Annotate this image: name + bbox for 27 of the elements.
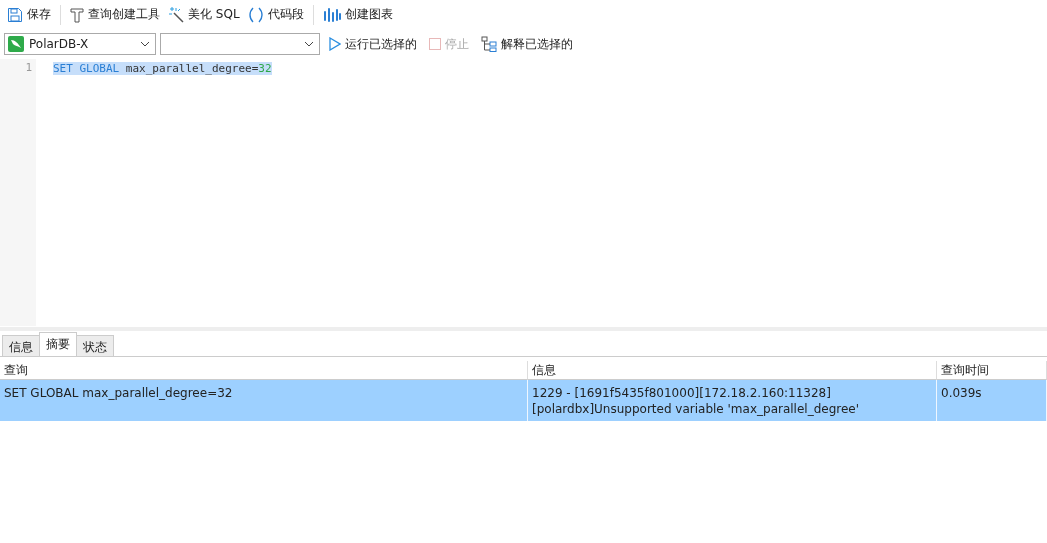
stop-icon — [429, 38, 441, 50]
caret-icon — [304, 41, 314, 47]
table-cell: 1229 - [1691f5435f801000][172.18.2.160:11328][polardbx]Unsupported variable 'max_parallel_degree' — [532, 386, 859, 416]
magic-wand-icon — [168, 6, 184, 23]
table-cell: SET GLOBAL max_parallel_degree=32 — [4, 386, 233, 400]
action-button[interactable]: 解释已选择的 — [478, 33, 576, 55]
database-dropdown[interactable] — [160, 33, 320, 55]
parentheses-icon — [247, 6, 264, 23]
save-icon — [7, 6, 23, 23]
toolbar-button[interactable]: 创建图表 — [319, 4, 396, 25]
toolbar-button[interactable]: 美化 SQL — [165, 4, 243, 25]
caret-icon — [140, 41, 150, 47]
hammer-icon — [70, 6, 84, 23]
table-cell: 0.039s — [941, 386, 982, 400]
database-icon — [8, 36, 24, 52]
result-row[interactable]: SET GLOBAL max_parallel_degree=32 1229 - [1691f5435f801000][172.18.2.160:11328][polardbx]Unsupported variable 'max_parallel_degree' 0.039s — [0, 380, 1047, 421]
toolbar-button[interactable]: 代码段 — [244, 4, 307, 25]
line-number: 1 — [24, 61, 33, 76]
toolbar-button[interactable]: 查询创建工具 — [67, 4, 163, 25]
bar-chart-icon — [322, 6, 341, 23]
action-button[interactable]: 运行已选择的 — [326, 33, 420, 55]
flowchart-icon — [481, 36, 497, 52]
toolbar-button[interactable]: 保存 — [4, 4, 54, 25]
result-tab[interactable]: 信息 — [2, 335, 40, 356]
result-tab[interactable]: 状态 — [76, 335, 114, 356]
connection-dropdown[interactable]: PolarDB-X — [4, 33, 156, 55]
play-icon — [329, 37, 341, 51]
